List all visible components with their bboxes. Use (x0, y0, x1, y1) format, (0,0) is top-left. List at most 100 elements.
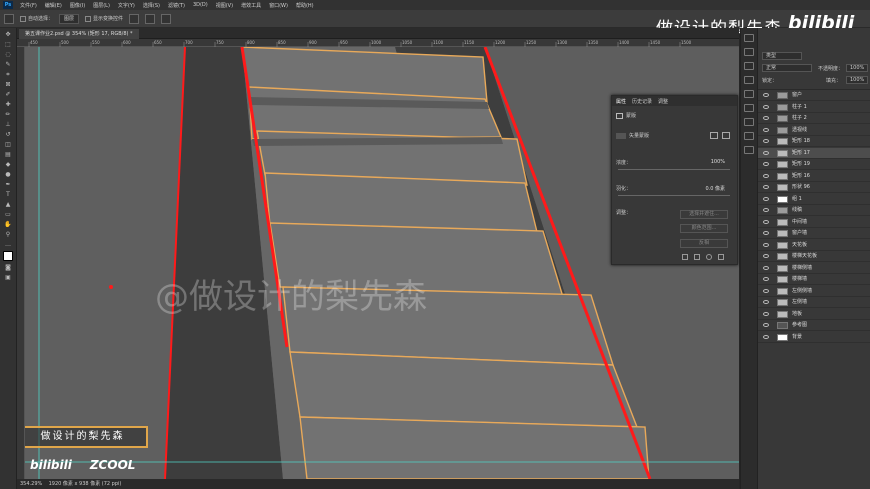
layer-row[interactable]: 中间墙 (758, 217, 870, 228)
menu-item[interactable]: 选择(S) (139, 2, 164, 9)
menu-item[interactable]: 文字(Y) (114, 2, 139, 9)
auto-select-checkbox[interactable] (20, 15, 26, 22)
eye-icon[interactable] (763, 116, 769, 120)
eye-icon[interactable] (763, 277, 769, 281)
select-and-mask-button[interactable]: 选择并遮住... (680, 210, 728, 219)
invert-button[interactable]: 反相 (680, 239, 728, 248)
eye-icon[interactable] (763, 311, 769, 316)
show-transform-checkbox[interactable] (85, 15, 92, 22)
layer-row[interactable]: 矩形 17 (758, 147, 870, 159)
layer-row[interactable]: 参考图 (758, 320, 870, 331)
eye-icon[interactable] (763, 196, 769, 201)
color-panel-icon[interactable] (744, 48, 754, 56)
tab-adjustments[interactable]: 调整 (658, 98, 668, 105)
screen-mode-icon[interactable]: ▣ (4, 274, 13, 281)
tab-properties[interactable]: 属性 (616, 98, 626, 105)
eye-icon[interactable] (763, 93, 769, 97)
eraser-icon[interactable]: ◫ (4, 141, 13, 148)
auto-select-dropdown[interactable]: 图层 (59, 13, 80, 24)
layer-row[interactable]: 矩形 18 (758, 136, 870, 147)
brush-icon[interactable]: ✏ (4, 111, 13, 118)
layer-row[interactable]: 窗户墙 (758, 228, 870, 239)
layer-kind-filter[interactable]: 类型 (762, 52, 802, 60)
vertical-ruler[interactable] (17, 47, 25, 479)
eye-icon[interactable] (763, 185, 769, 189)
quick-mask-icon[interactable]: ◙ (4, 264, 13, 271)
text-icon[interactable]: T (4, 191, 13, 198)
pen-icon[interactable]: ✒ (4, 181, 13, 188)
layer-row[interactable]: 楼梯侧墙 (758, 263, 870, 274)
vector-mask-icon[interactable] (616, 132, 626, 139)
delete-icon[interactable] (718, 254, 724, 260)
history-panel-icon[interactable] (744, 34, 754, 42)
brush-panel-icon[interactable] (744, 76, 754, 84)
adjustments-panel-icon[interactable] (744, 118, 754, 126)
paragraph-panel-icon[interactable] (744, 104, 754, 112)
character-panel-icon[interactable] (744, 90, 754, 98)
load-selection-icon[interactable] (682, 254, 688, 260)
menu-item[interactable]: 增效工具 (237, 2, 265, 9)
layer-row[interactable]: 楼梯天花板 (758, 251, 870, 262)
layer-row[interactable]: 窗户 (758, 90, 870, 101)
menu-item[interactable]: 视图(V) (212, 2, 237, 9)
blur-icon[interactable]: ◆ (4, 161, 13, 168)
layer-row[interactable]: 矩形 19 (758, 159, 870, 170)
eye-icon[interactable] (763, 231, 769, 235)
layer-row[interactable]: 天花板 (758, 240, 870, 251)
layer-row[interactable]: 线稿 (758, 205, 870, 216)
eye-icon[interactable] (763, 288, 769, 293)
menu-item[interactable]: 文件(F) (16, 2, 41, 9)
horizontal-ruler[interactable]: 450 500 550 600 650 700 750 800 850 900 950 1000 105… (17, 39, 739, 47)
frame-icon[interactable]: ⊠ (4, 81, 13, 88)
eye-icon[interactable] (763, 323, 769, 327)
gradient-icon[interactable]: ▤ (4, 151, 13, 158)
history-brush-icon[interactable]: ↺ (4, 131, 13, 138)
libraries-panel-icon[interactable] (744, 132, 754, 140)
eye-icon[interactable] (763, 150, 769, 155)
marquee-icon[interactable]: ⬚ (4, 41, 13, 48)
layer-row[interactable]: 透视线 (758, 125, 870, 136)
menu-item[interactable]: 帮助(H) (292, 2, 318, 9)
layer-row[interactable]: 形状 96 (758, 182, 870, 193)
eye-icon[interactable] (763, 219, 769, 224)
layer-row[interactable]: 左侧墙 (758, 297, 870, 308)
layer-row[interactable]: 左侧侧墙 (758, 286, 870, 297)
align-left-icon[interactable] (129, 13, 140, 24)
eye-icon[interactable] (763, 162, 769, 166)
fill-value[interactable]: 100% (846, 76, 869, 84)
color-range-button[interactable]: 颜色范围... (680, 224, 728, 233)
healing-icon[interactable]: ✚ (4, 101, 13, 108)
feather-value[interactable]: 0.0 像素 (705, 185, 725, 192)
feather-slider[interactable] (618, 195, 730, 196)
zoom-level[interactable]: 354.29% (20, 481, 42, 487)
properties-panel-icon[interactable] (744, 146, 754, 154)
layer-row[interactable]: 背景 (758, 332, 870, 343)
menu-item[interactable]: 滤镜(T) (164, 2, 189, 9)
eye-icon[interactable] (763, 127, 769, 132)
eye-icon[interactable] (763, 334, 769, 339)
layer-row[interactable]: 柱子 1 (758, 102, 870, 113)
layer-row[interactable]: 柱子 2 (758, 113, 870, 124)
eye-icon[interactable] (763, 254, 769, 258)
opacity-value[interactable]: 100% (846, 64, 869, 72)
apply-icon[interactable] (694, 254, 700, 260)
dodge-icon[interactable]: ● (4, 171, 13, 178)
tab-history[interactable]: 历史记录 (632, 98, 652, 105)
eye-icon[interactable] (763, 173, 769, 178)
mask-options-icon[interactable] (722, 132, 730, 139)
menu-item[interactable]: 图像(I) (66, 2, 89, 9)
align-center-icon[interactable] (145, 13, 156, 24)
eye-icon[interactable] (763, 139, 769, 143)
eye-icon[interactable] (763, 104, 769, 109)
visibility-icon[interactable] (706, 254, 712, 260)
layer-row[interactable]: 矩形 16 (758, 171, 870, 182)
density-value[interactable]: 100% (711, 159, 725, 165)
hand-icon[interactable]: ✋ (4, 221, 13, 228)
color-swatches-icon[interactable] (3, 251, 13, 261)
move-tool-icon[interactable]: ✥ (4, 31, 13, 38)
lasso-icon[interactable]: ◌ (4, 51, 13, 58)
menu-item[interactable]: 窗口(W) (265, 2, 292, 9)
eye-icon[interactable] (763, 300, 769, 304)
density-slider[interactable] (618, 169, 730, 170)
stamp-icon[interactable]: ⊥ (4, 121, 13, 128)
